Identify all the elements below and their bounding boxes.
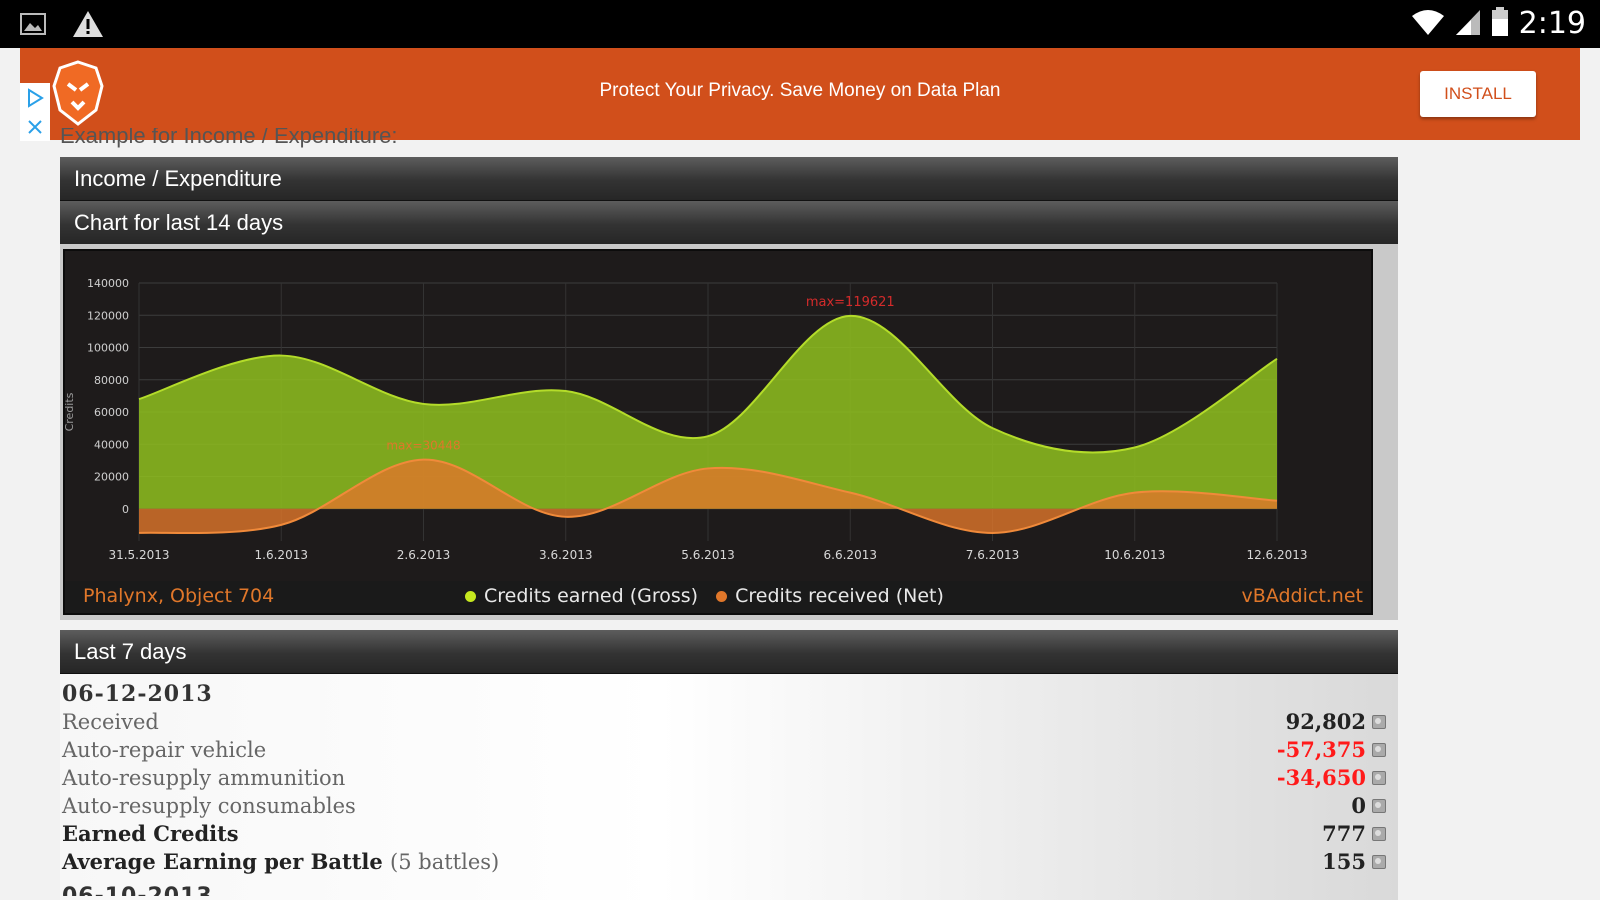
row-label: Auto-repair vehicle	[62, 736, 266, 764]
row-label: Received	[62, 708, 159, 736]
x-tick-label: 1.6.2013	[255, 548, 308, 562]
row-value-text: -34,650	[1276, 765, 1366, 790]
x-tick-label: 5.6.2013	[681, 548, 734, 562]
credits-icon	[1372, 771, 1386, 785]
row-label-text: Earned Credits	[62, 821, 239, 846]
wifi-icon	[1411, 8, 1445, 40]
y-tick-label: 100000	[87, 342, 129, 355]
signal-icon	[1455, 8, 1481, 40]
day-date-next: 06-10-2013	[62, 882, 213, 896]
list-item: Auto-repair vehicle -57,375	[62, 736, 1386, 764]
chart-container: 140000 120000 100000 80000 60000 40000 20000 0 C…	[60, 244, 1398, 620]
row-value-text: 92,802	[1285, 709, 1366, 734]
row-label-text: Auto-resupply consumables	[62, 794, 356, 818]
x-tick-label: 3.6.2013	[539, 548, 592, 562]
y-tick-label: 120000	[87, 309, 129, 322]
list-item: Auto-resupply ammunition -34,650	[62, 764, 1386, 792]
row-label: Average Earning per Battle (5 battles)	[62, 848, 499, 876]
chart-footer-site[interactable]: vBAddict.net	[1242, 585, 1363, 607]
row-value: -34,650	[1277, 764, 1386, 792]
list-item: Earned Credits 777	[62, 820, 1386, 848]
row-label-text: Received	[62, 710, 159, 734]
row-label: Auto-resupply ammunition	[62, 764, 345, 792]
annotation-max-net: max=30448	[386, 439, 460, 453]
row-label: Earned Credits	[62, 820, 239, 848]
credits-icon	[1372, 743, 1386, 757]
row-value: 155	[1322, 848, 1386, 876]
battery-icon	[1491, 6, 1509, 41]
x-tick-label: 2.6.2013	[397, 548, 450, 562]
image-icon	[20, 12, 46, 40]
partial-heading: Example for Income / Expenditure:	[60, 128, 398, 148]
y-tick-label: 80000	[94, 374, 129, 387]
x-tick-label: 10.6.2013	[1104, 548, 1165, 562]
x-tick-label: 12.6.2013	[1246, 548, 1307, 562]
legend-dot-gross	[465, 590, 476, 602]
credits-icon	[1372, 855, 1386, 869]
row-value: 92,802	[1286, 708, 1386, 736]
ad-banner[interactable]: Protect Your Privacy. Save Money on Data…	[20, 48, 1580, 141]
legend-dot-net	[716, 590, 728, 602]
y-tick-label: 140000	[87, 277, 129, 290]
status-bar: 2:19	[0, 0, 1600, 48]
row-label-text: Auto-repair vehicle	[62, 738, 267, 762]
row-label-text: Auto-resupply ammunition	[62, 766, 346, 790]
day-date: 06-12-2013	[62, 681, 213, 707]
income-chart: 140000 120000 100000 80000 60000 40000 20000 0 C…	[65, 251, 1371, 613]
chart-footer-player: Phalynx, Object 704	[83, 585, 275, 607]
y-tick-label: 20000	[94, 471, 129, 484]
last-7-days-header: Last 7 days	[60, 630, 1398, 674]
x-tick-label: 31.5.2013	[108, 548, 169, 562]
chart-legend: Credits earned (Gross) Credits received …	[465, 585, 944, 607]
row-label: Auto-resupply consumables	[62, 792, 356, 820]
row-value: 0	[1351, 792, 1386, 820]
section-header-panel: Income / Expenditure Chart for last 14 d…	[60, 157, 1398, 245]
ad-headline[interactable]: Protect Your Privacy. Save Money on Data…	[20, 80, 1540, 102]
x-tick-label: 7.6.2013	[966, 548, 1019, 562]
legend-gross: Credits earned (Gross)	[484, 585, 699, 607]
credits-icon	[1372, 715, 1386, 729]
chart-footer: Phalynx, Object 704 Credits earned (Gros…	[65, 581, 1371, 613]
annotation-max-gross: max=119621	[806, 295, 895, 310]
y-tick-label: 0	[122, 503, 129, 516]
y-tick-label: 60000	[94, 406, 129, 419]
row-label-text: Average Earning per Battle	[62, 849, 383, 874]
warning-icon	[72, 10, 104, 42]
y-tick-label: 40000	[94, 438, 129, 451]
chart-header: Chart for last 14 days	[60, 201, 1398, 245]
credits-icon	[1372, 799, 1386, 813]
legend-net: Credits received (Net)	[735, 585, 944, 607]
list-item: Auto-resupply consumables 0	[62, 792, 1386, 820]
list-item: Received 92,802	[62, 708, 1386, 736]
install-button[interactable]: INSTALL	[1420, 71, 1536, 117]
row-value-text: 777	[1322, 821, 1366, 846]
x-tick-label: 6.6.2013	[824, 548, 877, 562]
credits-icon	[1372, 827, 1386, 841]
y-axis-label: Credits	[65, 392, 76, 431]
row-note: (5 battles)	[390, 850, 500, 874]
section-title: Income / Expenditure	[60, 157, 1398, 201]
days-list: 06-12-2013 Received 92,802 Auto-repair vehi…	[62, 680, 1386, 876]
row-value: 777	[1322, 820, 1386, 848]
clock: 2:19	[1518, 6, 1586, 41]
close-icon[interactable]	[26, 118, 44, 136]
row-value-text: -57,375	[1276, 737, 1366, 762]
row-value: -57,375	[1277, 736, 1386, 764]
last-7-days-panel: Last 7 days 06-12-2013 Received 92,802 Auto…	[60, 630, 1398, 900]
row-value-text: 0	[1351, 793, 1366, 818]
list-item: Average Earning per Battle (5 battles) 15…	[62, 848, 1386, 876]
row-value-text: 155	[1322, 849, 1366, 874]
chart-svg: 140000 120000 100000 80000 60000 40000 20000 0 C…	[65, 251, 1371, 581]
